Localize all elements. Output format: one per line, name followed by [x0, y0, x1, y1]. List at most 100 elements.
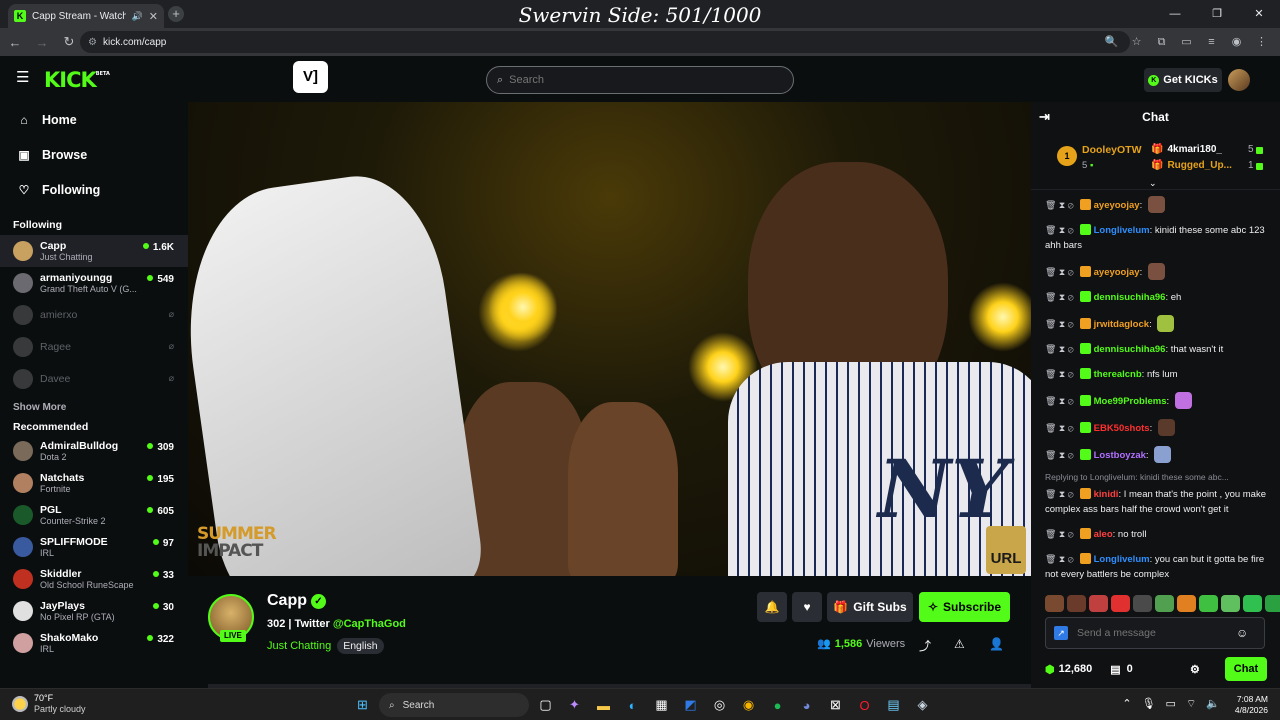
reload-icon[interactable]: ↻ — [57, 34, 81, 50]
mod-action-icons[interactable]: 🗑 ⧗ ⊘ — [1045, 292, 1074, 302]
browser-tab[interactable]: K Capp Stream - Watch Live ... 🔊 ✕ — [8, 4, 164, 28]
chat-username[interactable]: jrwitdaglock — [1094, 319, 1149, 330]
spotify-icon[interactable]: ● — [765, 693, 790, 717]
clock[interactable]: 7:08 AM 4/8/2026 — [1235, 694, 1268, 716]
chat-username[interactable]: Longlivelum — [1094, 225, 1150, 236]
profile-icon[interactable]: ◉ — [1224, 28, 1249, 56]
chat-input-box[interactable]: ↗ ☺ — [1045, 617, 1265, 649]
wifi-icon[interactable]: ⌔ — [1186, 697, 1196, 711]
new-tab-button[interactable]: + — [168, 6, 184, 22]
chat-username[interactable]: kinidi — [1094, 489, 1119, 500]
sidebar-item-home[interactable]: ⌂ Home — [0, 102, 188, 137]
emoji-picker-icon[interactable]: ☺ — [1236, 626, 1248, 640]
maximize-button[interactable]: ❐ — [1196, 0, 1238, 28]
menu-dots-icon[interactable]: ⋮ — [1249, 28, 1274, 56]
share-icon[interactable]: ⤴ — [919, 637, 931, 654]
partner-logo-icon[interactable]: V] — [293, 61, 328, 93]
minimize-button[interactable]: — — [1154, 0, 1196, 28]
close-window-button[interactable]: ✕ — [1238, 0, 1280, 28]
chat-settings-icon[interactable]: ⚙ — [1190, 663, 1200, 676]
tray-chevron-icon[interactable]: ⌃ — [1122, 697, 1131, 711]
mod-action-icons[interactable]: 🗑 ⧗ ⊘ — [1045, 319, 1074, 329]
twitter-link[interactable]: @CapThaGod — [333, 618, 406, 630]
discord-icon[interactable]: ◕ — [794, 693, 819, 717]
speaker-icon[interactable]: 🔊 — [132, 11, 143, 22]
emote-icon[interactable] — [1155, 595, 1174, 612]
sidebar-channel[interactable]: SPLIFFMODE IRL 97 — [0, 531, 188, 563]
chat-username[interactable]: aleo — [1094, 529, 1113, 540]
store-icon[interactable]: ▦ — [649, 693, 674, 717]
chat-input[interactable] — [1077, 627, 1227, 639]
store-icon[interactable]: ▤ — [1110, 663, 1120, 676]
chat-send-button[interactable]: Chat — [1225, 657, 1267, 681]
emote-icon[interactable] — [1133, 595, 1152, 612]
zoom-icon[interactable]: 🔍 — [1099, 28, 1124, 56]
chat-username[interactable]: therealcnb — [1094, 369, 1142, 380]
sidebar-item-browse[interactable]: ▣ Browse — [0, 137, 188, 172]
display-icon[interactable]: ▭ — [1166, 697, 1176, 711]
sidebar-channel[interactable]: armaniyoungg Grand Theft Auto V (G... 549 — [0, 267, 188, 299]
report-icon[interactable]: ⚠ — [954, 637, 965, 651]
task-view-icon[interactable]: ▢ — [533, 693, 558, 717]
user-avatar[interactable] — [1228, 69, 1250, 91]
user-options-icon[interactable]: 👤 — [989, 637, 1004, 651]
sidebar-channel[interactable]: amierxo ⌀ — [0, 299, 188, 331]
notepad-icon[interactable]: ▤ — [881, 693, 906, 717]
file-explorer-icon[interactable]: ▬ — [591, 693, 616, 717]
capture-icon[interactable]: ⊠ — [823, 693, 848, 717]
channel-name[interactable]: Capp — [267, 592, 307, 610]
leaderboard-entry[interactable]: 🎁 Rugged_Up... 1 — [1151, 160, 1263, 171]
volume-icon[interactable]: 🔈 — [1206, 697, 1220, 711]
search-input[interactable] — [509, 74, 770, 86]
sidebar-item-following[interactable]: ♡ Following — [0, 172, 188, 207]
show-more-link[interactable]: Show More — [0, 395, 188, 421]
mod-action-icons[interactable]: 🗑 ⧗ ⊘ — [1045, 225, 1074, 235]
opera-icon[interactable]: O — [852, 693, 877, 717]
hamburger-menu-icon[interactable]: ☰ — [16, 70, 30, 85]
sidebar-channel[interactable]: Ragee ⌀ — [0, 331, 188, 363]
chat-username[interactable]: Moe99Problems — [1094, 396, 1167, 407]
chat-username[interactable]: EBK50shots — [1094, 423, 1150, 434]
mod-action-icons[interactable]: 🗑 ⧗ ⊘ — [1045, 200, 1074, 210]
mod-action-icons[interactable]: 🗑 ⧗ ⊘ — [1045, 423, 1074, 433]
back-icon[interactable]: ← — [3, 35, 27, 50]
emote-icon[interactable] — [1199, 595, 1218, 612]
chat-username[interactable]: Longlivelum — [1094, 554, 1150, 565]
category-link[interactable]: Just Chatting — [267, 640, 331, 652]
emote-icon[interactable] — [1111, 595, 1130, 612]
chat-username[interactable]: Lostboyzak — [1094, 450, 1146, 461]
emote-icon[interactable] — [1243, 595, 1262, 612]
get-kicks-button[interactable]: K Get KICKs — [1144, 68, 1222, 92]
follow-heart-button[interactable]: ♥ — [792, 592, 822, 622]
close-tab-icon[interactable]: ✕ — [149, 10, 158, 23]
leaderboard-first-name[interactable]: DooleyOTW — [1082, 144, 1142, 156]
emote-icon[interactable] — [1045, 595, 1064, 612]
chat-username[interactable]: dennisuchiha96 — [1094, 344, 1166, 355]
sidebar-channel[interactable]: AdmiralBulldog Dota 2 309 — [0, 435, 188, 467]
sidebar-channel[interactable]: PGL Counter-Strike 2 605 — [0, 499, 188, 531]
search-bar[interactable]: ⌕ — [486, 66, 794, 94]
sidebar-channel[interactable]: ShakoMako IRL 322 — [0, 627, 188, 659]
emote-icon[interactable] — [1177, 595, 1196, 612]
kicks-balance[interactable]: 12,680 — [1059, 663, 1093, 675]
sidebar-channel[interactable]: Skiddler Old School RuneScape 33 — [0, 563, 188, 595]
sidebar-channel[interactable]: JayPlays No Pixel RP (GTA) 30 — [0, 595, 188, 627]
emote-icon[interactable] — [1067, 595, 1086, 612]
mod-action-icons[interactable]: 🗑 ⧗ ⊘ — [1045, 344, 1074, 354]
sidebar-channel[interactable]: Natchats Fortnite 195 — [0, 467, 188, 499]
mod-action-icons[interactable]: 🗑 ⧗ ⊘ — [1045, 396, 1074, 406]
url-field[interactable]: ⚙ kick.com/capp — [80, 31, 1130, 53]
chat-username[interactable]: ayeyoojay — [1094, 200, 1140, 211]
emote-icon[interactable] — [1265, 595, 1280, 612]
emote-icon[interactable] — [1221, 595, 1240, 612]
language-tag[interactable]: English — [337, 638, 384, 654]
expand-leaderboard-icon[interactable]: ⌄ — [1149, 178, 1157, 189]
gift-subs-button[interactable]: 🎁 Gift Subs — [827, 592, 913, 622]
copilot-icon[interactable]: ✦ — [562, 693, 587, 717]
chrome-icon[interactable]: ◉ — [736, 693, 761, 717]
edge-icon[interactable]: ◐ — [620, 693, 645, 717]
leaderboard-entry[interactable]: 🎁 4kmari180_ 5 — [1151, 144, 1263, 155]
collapse-chat-icon[interactable]: ⇥ — [1039, 102, 1050, 132]
chat-username[interactable]: ayeyoojay — [1094, 267, 1140, 278]
mod-action-icons[interactable]: 🗑 ⧗ ⊘ — [1045, 554, 1074, 564]
